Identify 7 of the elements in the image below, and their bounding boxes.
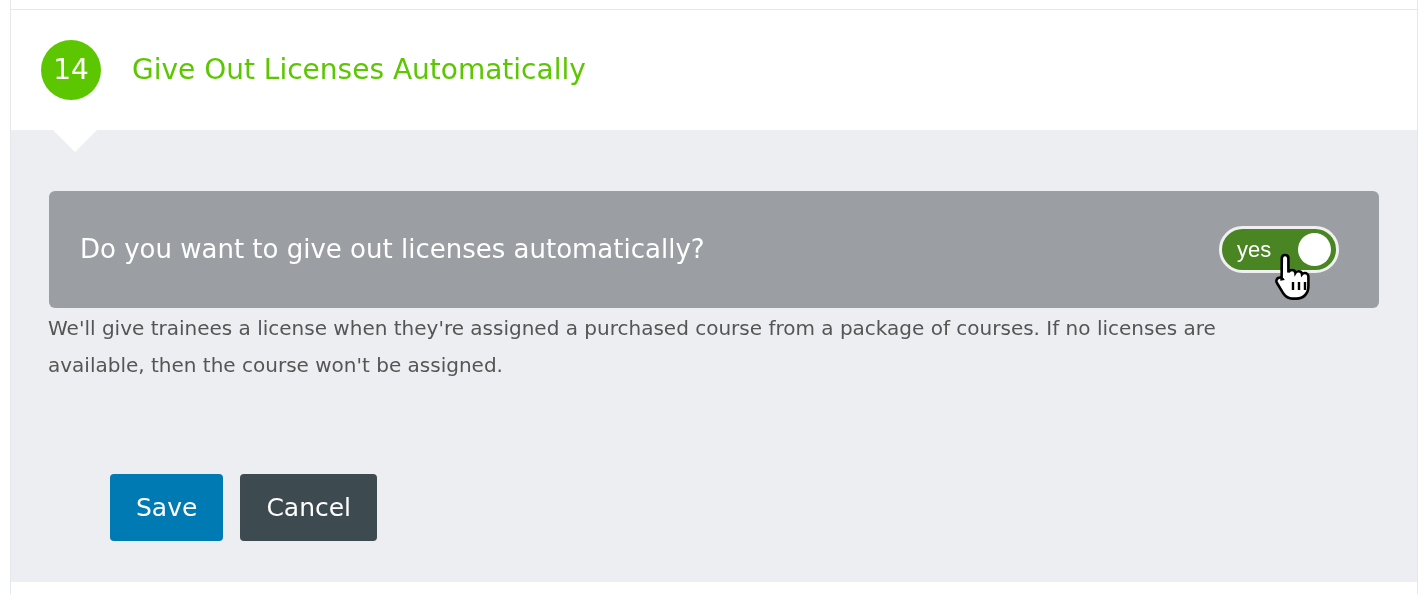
description-text: We'll give trainees a license when they're assigned a purchased course from a package of courses. If no licenses are available, then the course won't be assigned. <box>48 315 1217 379</box>
save-button[interactable]: Save <box>110 474 224 541</box>
section-title: Give Out Licenses Automatically <box>132 52 586 88</box>
toggle-knob <box>1298 233 1331 266</box>
step-number: 14 <box>41 40 101 100</box>
question-text: Do you want to give out licenses automatically? <box>80 233 705 266</box>
cancel-button[interactable]: Cancel <box>240 474 378 541</box>
